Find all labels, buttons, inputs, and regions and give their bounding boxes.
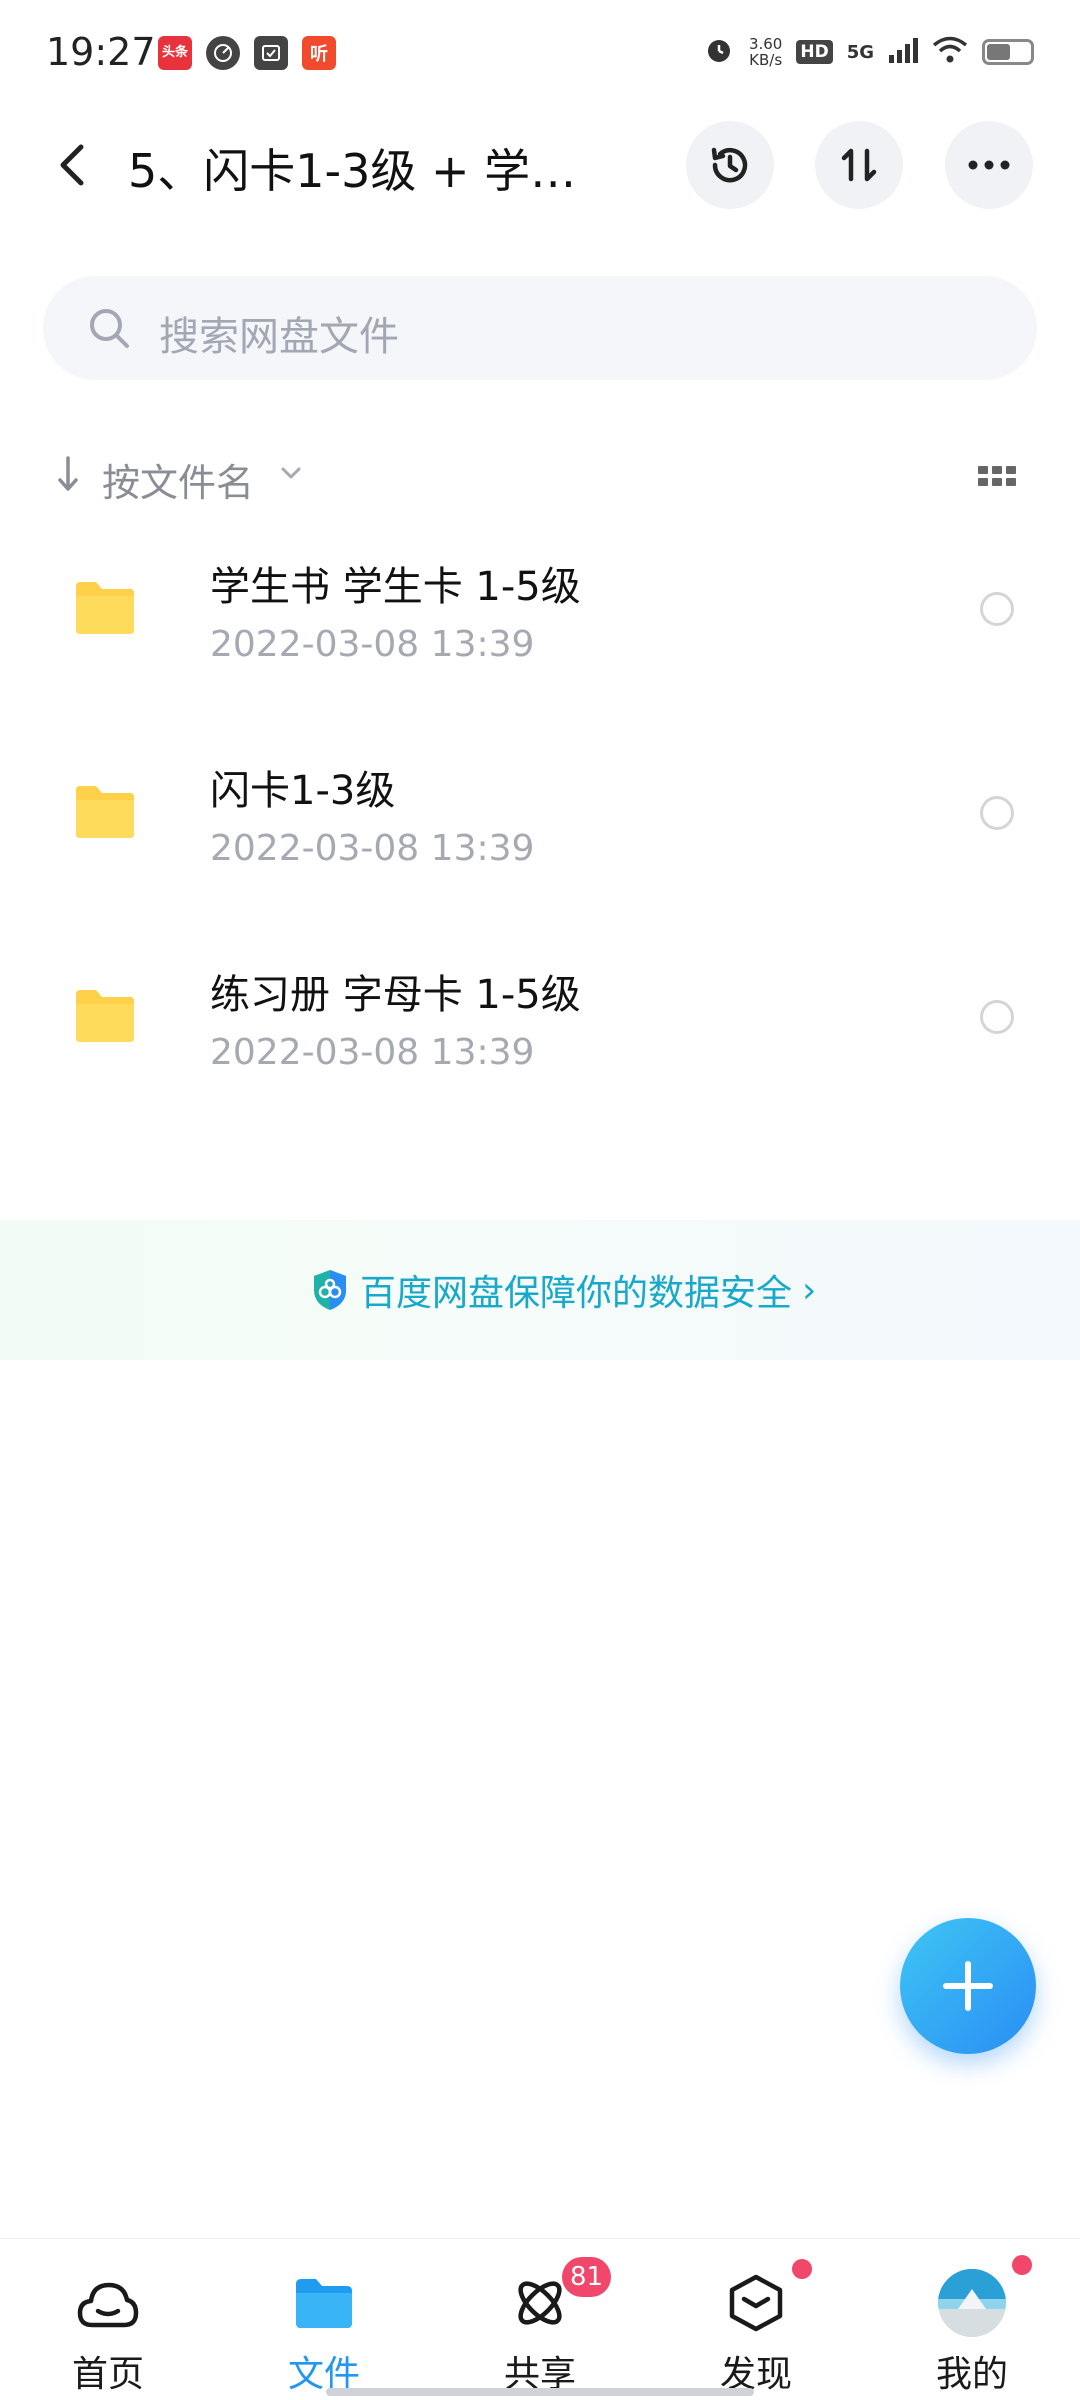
file-name: 练习册 字母卡 1-5级 — [210, 972, 581, 1018]
speed-value: 3.60 — [748, 35, 783, 53]
folder-icon — [76, 990, 134, 1042]
battery-fill — [987, 44, 1010, 60]
plus-icon — [943, 1961, 993, 2011]
grid-view-icon[interactable] — [978, 466, 1016, 486]
security-text: 百度网盘保障你的数据安全 — [360, 1273, 793, 1314]
back-arrow-icon — [60, 144, 84, 186]
status-bar: 19:27 头条 听 3.60 KB/s HD 5G — [0, 0, 1080, 110]
chevron-down-icon[interactable] — [280, 466, 302, 480]
list-item[interactable]: 闪卡1-3级 2022-03-08 13:39 — [0, 744, 1080, 948]
inbox-icon — [254, 36, 288, 70]
chevron-right-icon: › — [802, 1269, 817, 1311]
file-date: 2022-03-08 13:39 — [210, 1032, 535, 1073]
bottom-nav: 首页 文件 81 共享 发现 我的 — [0, 2238, 1080, 2400]
back-button[interactable] — [48, 138, 96, 192]
history-icon — [711, 147, 748, 183]
search-input[interactable]: 搜索网盘文件 — [43, 276, 1037, 380]
nav-item-discover[interactable]: 发现 — [648, 2239, 864, 2400]
nav-label-home: 首页 — [71, 2354, 144, 2395]
sort-by-name-label[interactable]: 按文件名 — [102, 452, 254, 507]
search-icon — [90, 309, 129, 348]
battery-icon — [982, 39, 1034, 65]
transfer-icon — [841, 148, 877, 182]
toutiao-app-icon: 头条 — [158, 36, 192, 70]
history-button[interactable] — [686, 121, 774, 209]
security-banner[interactable]: 百度网盘保障你的数据安全 › — [0, 1220, 1080, 1360]
list-item[interactable]: 练习册 字母卡 1-5级 2022-03-08 13:39 — [0, 948, 1080, 1152]
shield-icon — [314, 1270, 346, 1310]
file-name: 学生书 学生卡 1-5级 — [210, 564, 581, 610]
hd-icon: HD — [796, 40, 833, 64]
share-badge-count: 81 — [562, 2257, 612, 2297]
alarm-icon — [703, 34, 735, 70]
search-placeholder: 搜索网盘文件 — [159, 314, 399, 360]
speedometer-icon — [206, 36, 240, 70]
network-speed: 3.60 KB/s — [749, 36, 782, 68]
discover-box-icon — [722, 2269, 790, 2337]
speed-unit: KB/s — [749, 51, 783, 69]
file-date: 2022-03-08 13:39 — [210, 828, 535, 869]
nav-item-files[interactable]: 文件 — [216, 2239, 432, 2400]
file-date: 2022-03-08 13:39 — [210, 624, 535, 665]
select-checkbox[interactable] — [980, 796, 1014, 830]
file-name: 闪卡1-3级 — [210, 768, 396, 814]
page-title: 5、闪卡1-3级 + 学… — [128, 144, 577, 198]
nav-item-me[interactable]: 我的 — [864, 2239, 1080, 2400]
user-avatar — [938, 2269, 1006, 2337]
more-dots-icon — [968, 160, 1010, 170]
folder-icon — [76, 582, 134, 634]
wifi-icon — [932, 36, 968, 68]
security-banner-content: 百度网盘保障你的数据安全 › — [310, 1264, 816, 1316]
sort-direction-icon[interactable] — [56, 454, 80, 494]
more-button[interactable] — [945, 121, 1033, 209]
file-list: 学生书 学生卡 1-5级 2022-03-08 13:39 闪卡1-3级 202… — [0, 540, 1080, 1152]
folder-icon — [290, 2269, 358, 2337]
sort-row: 按文件名 — [0, 440, 1080, 510]
discover-badge-dot — [792, 2259, 812, 2279]
nav-label-me: 我的 — [935, 2354, 1008, 2395]
transfer-button[interactable] — [815, 121, 903, 209]
me-badge-dot — [1012, 2255, 1032, 2275]
ting-app-icon: 听 — [302, 36, 336, 70]
status-right: 3.60 KB/s HD 5G — [703, 34, 1034, 70]
nav-item-share[interactable]: 81 共享 — [432, 2239, 648, 2400]
home-indicator — [326, 2388, 754, 2396]
avatar — [938, 2269, 1006, 2337]
signal-icon — [888, 37, 918, 67]
notification-icons: 头条 听 — [158, 36, 336, 70]
header: 5、闪卡1-3级 + 学… — [0, 110, 1080, 220]
list-item[interactable]: 学生书 学生卡 1-5级 2022-03-08 13:39 — [0, 540, 1080, 744]
status-time: 19:27 — [46, 30, 156, 74]
select-checkbox[interactable] — [980, 592, 1014, 626]
nav-item-home[interactable]: 首页 — [0, 2239, 216, 2400]
select-checkbox[interactable] — [980, 1000, 1014, 1034]
folder-icon — [76, 786, 134, 838]
network-type: 5G — [846, 41, 874, 63]
add-button[interactable] — [900, 1918, 1036, 2054]
cloud-home-icon — [74, 2269, 142, 2337]
